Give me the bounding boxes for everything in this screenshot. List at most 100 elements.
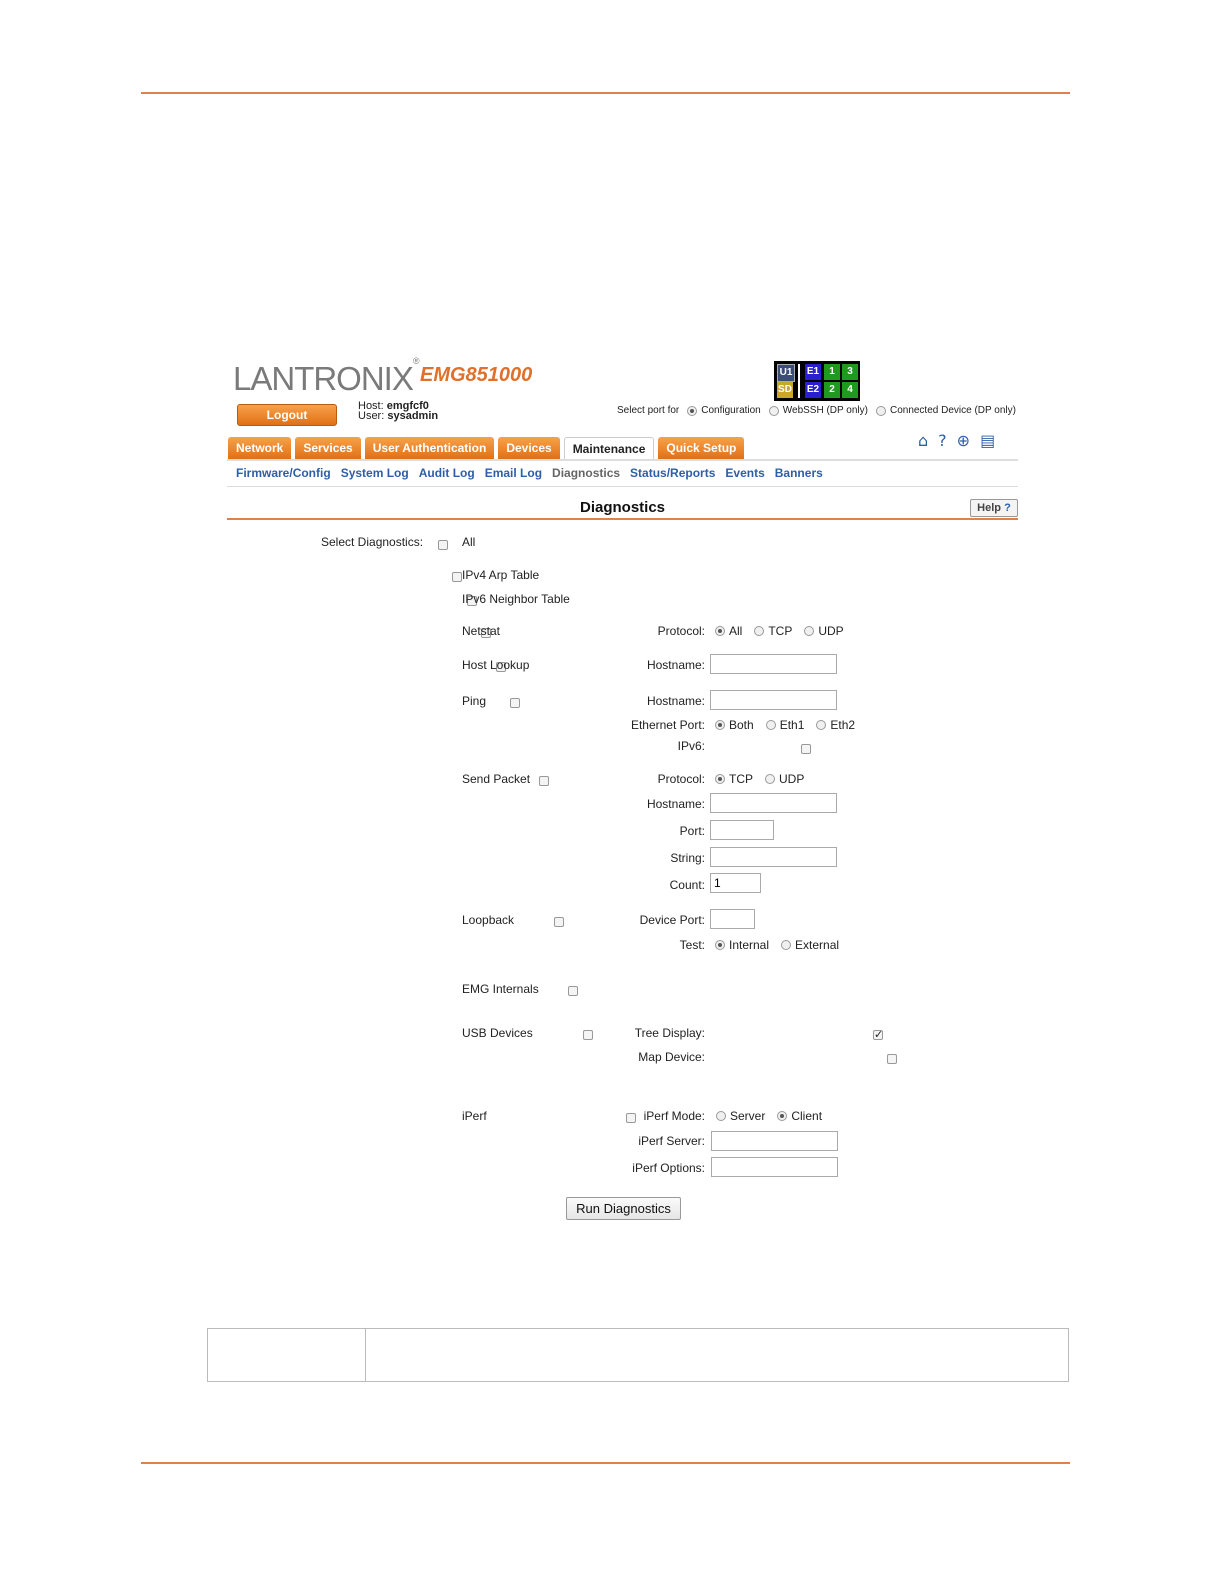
host-lookup-hostname-label: Hostname: — [646, 658, 705, 672]
run-diagnostics-button[interactable]: Run Diagnostics — [566, 1197, 681, 1220]
ping-label: Ping — [462, 694, 487, 708]
iperf-options-input[interactable] — [711, 1157, 838, 1177]
host-lookup-hostname-input[interactable] — [710, 654, 837, 674]
ping-ethernet-label: Ethernet Port: — [630, 718, 705, 732]
iperf-options-label: iPerf Options: — [632, 1161, 705, 1175]
send-packet-udp-radio[interactable] — [765, 774, 775, 784]
ping-ethernet-options: Both Eth1 Eth2 — [715, 718, 855, 732]
tab-network[interactable]: Network — [228, 437, 292, 459]
subnav-audit-log[interactable]: Audit Log — [419, 466, 475, 480]
port-cell-e1[interactable]: E1 — [805, 364, 821, 380]
log-icon[interactable]: ▤ — [980, 431, 995, 450]
port-select-label: Select port for — [617, 405, 680, 416]
tab-user-authentication[interactable]: User Authentication — [364, 437, 495, 459]
loopback-internal-radio[interactable] — [715, 940, 725, 950]
send-packet-count-input[interactable] — [710, 873, 761, 893]
usb-map-device-checkbox[interactable] — [887, 1054, 898, 1064]
port-cell-1[interactable]: 1 — [824, 364, 840, 380]
send-packet-hostname-label: Hostname: — [646, 797, 705, 811]
subnav-firmware-config[interactable]: Firmware/Config — [236, 466, 331, 480]
iperf-client-label: Client — [791, 1109, 823, 1123]
send-packet-tcp-label: TCP — [729, 772, 753, 786]
help-button[interactable]: Help ? — [970, 499, 1018, 517]
ping-checkbox[interactable] — [510, 698, 521, 708]
connected-device-radio[interactable] — [875, 405, 886, 416]
host-user-info: Host: emgfcf0 User: sysadmin — [358, 400, 439, 422]
subnav-events[interactable]: Events — [725, 466, 764, 480]
tab-devices[interactable]: Devices — [498, 437, 560, 459]
subnav-banners[interactable]: Banners — [775, 466, 823, 480]
title-rule — [227, 518, 1018, 520]
port-divider — [798, 364, 800, 398]
ipv4-arp-label: IPv4 Arp Table — [462, 568, 540, 582]
logout-button[interactable]: Logout — [237, 404, 337, 426]
send-packet-protocol-label: Protocol: — [657, 772, 705, 786]
netstat-all-label: All — [729, 624, 743, 638]
iperf-server-radio[interactable] — [716, 1111, 726, 1121]
loopback-device-port-label: Device Port: — [639, 913, 705, 927]
port-select-group: Select port for Configuration WebSSH (DP… — [617, 405, 1016, 416]
port-cell-2[interactable]: 2 — [824, 382, 840, 398]
usb-tree-display-label: Tree Display: — [634, 1026, 705, 1040]
ping-hostname-input[interactable] — [710, 690, 837, 710]
netstat-tcp-label: TCP — [768, 624, 793, 638]
home-icon[interactable]: ⌂ — [918, 431, 928, 450]
configuration-radio[interactable] — [687, 405, 698, 416]
iperf-client-radio[interactable] — [777, 1111, 788, 1121]
ping-eth2-label: Eth2 — [830, 718, 856, 732]
tab-maintenance[interactable]: Maintenance — [563, 437, 655, 460]
ping-eth1-radio[interactable] — [765, 720, 776, 730]
usb-tree-display-checkbox[interactable] — [872, 1028, 883, 1041]
port-status-grid: U1 SD E1 E2 1 2 3 4 — [774, 361, 860, 401]
ping-ipv6-checkbox[interactable] — [800, 744, 811, 754]
netstat-udp-radio[interactable] — [804, 626, 815, 636]
loopback-internal-label: Internal — [729, 938, 770, 952]
device-model: EMG851000 — [420, 364, 533, 386]
webssh-radio[interactable] — [768, 405, 779, 416]
send-packet-port-input[interactable] — [710, 820, 774, 840]
netstat-tcp-radio[interactable] — [754, 626, 765, 636]
loopback-device-port-input[interactable] — [710, 909, 755, 929]
port-cell-sd[interactable]: SD — [777, 382, 793, 398]
help-icon[interactable]: ? — [938, 431, 947, 450]
iperf-server-label: Server — [730, 1109, 766, 1123]
iperf-server-input[interactable] — [711, 1131, 838, 1151]
netstat-label: Netstat — [462, 624, 501, 638]
tab-quick-setup[interactable]: Quick Setup — [658, 437, 745, 459]
ping-eth2-radio[interactable] — [816, 720, 827, 730]
ping-both-label: Both — [729, 718, 754, 732]
iperf-mode-options: Server Client — [716, 1109, 822, 1123]
ipv4-arp-checkbox[interactable] — [452, 572, 463, 582]
all-checkbox[interactable] — [438, 540, 448, 550]
send-packet-label: Send Packet — [462, 772, 531, 786]
send-packet-hostname-input[interactable] — [710, 793, 837, 813]
send-packet-string-input[interactable] — [710, 847, 837, 867]
ping-both-radio[interactable] — [715, 720, 725, 730]
tab-services[interactable]: Services — [295, 437, 361, 459]
table-column-divider — [365, 1329, 366, 1381]
main-tabs: Network Services User Authentication Dev… — [228, 437, 745, 460]
port-cell-4[interactable]: 4 — [842, 382, 858, 398]
ping-hostname-label: Hostname: — [646, 694, 705, 708]
configuration-label: Configuration — [701, 405, 761, 416]
send-packet-protocol-options: TCP UDP — [715, 772, 804, 786]
sub-navigation: Firmware/Config System Log Audit Log Ema… — [236, 466, 823, 480]
loopback-external-radio[interactable] — [781, 940, 792, 950]
subnav-system-log[interactable]: System Log — [341, 466, 409, 480]
netstat-protocol-options: All TCP UDP — [715, 624, 844, 638]
port-cell-3[interactable]: 3 — [842, 364, 858, 380]
port-cell-e2[interactable]: E2 — [805, 382, 821, 398]
network-icon[interactable]: ⊕ — [957, 431, 970, 450]
subnav-email-log[interactable]: Email Log — [485, 466, 542, 480]
subnav-status-reports[interactable]: Status/Reports — [630, 466, 715, 480]
ping-eth1-label: Eth1 — [779, 718, 805, 732]
emg-internals-checkbox[interactable] — [568, 986, 579, 996]
host-lookup-label: Host Lookup — [462, 658, 530, 672]
subnav-diagnostics[interactable]: Diagnostics — [552, 466, 620, 480]
lantronix-logo: LANTRONIX® — [233, 356, 419, 397]
iperf-label: iPerf — [462, 1109, 487, 1123]
port-cell-u1[interactable]: U1 — [777, 364, 795, 382]
ipv6-neighbor-label: IPv6 Neighbor Table — [462, 592, 570, 606]
netstat-all-radio[interactable] — [715, 626, 725, 636]
send-packet-tcp-radio[interactable] — [715, 774, 725, 784]
